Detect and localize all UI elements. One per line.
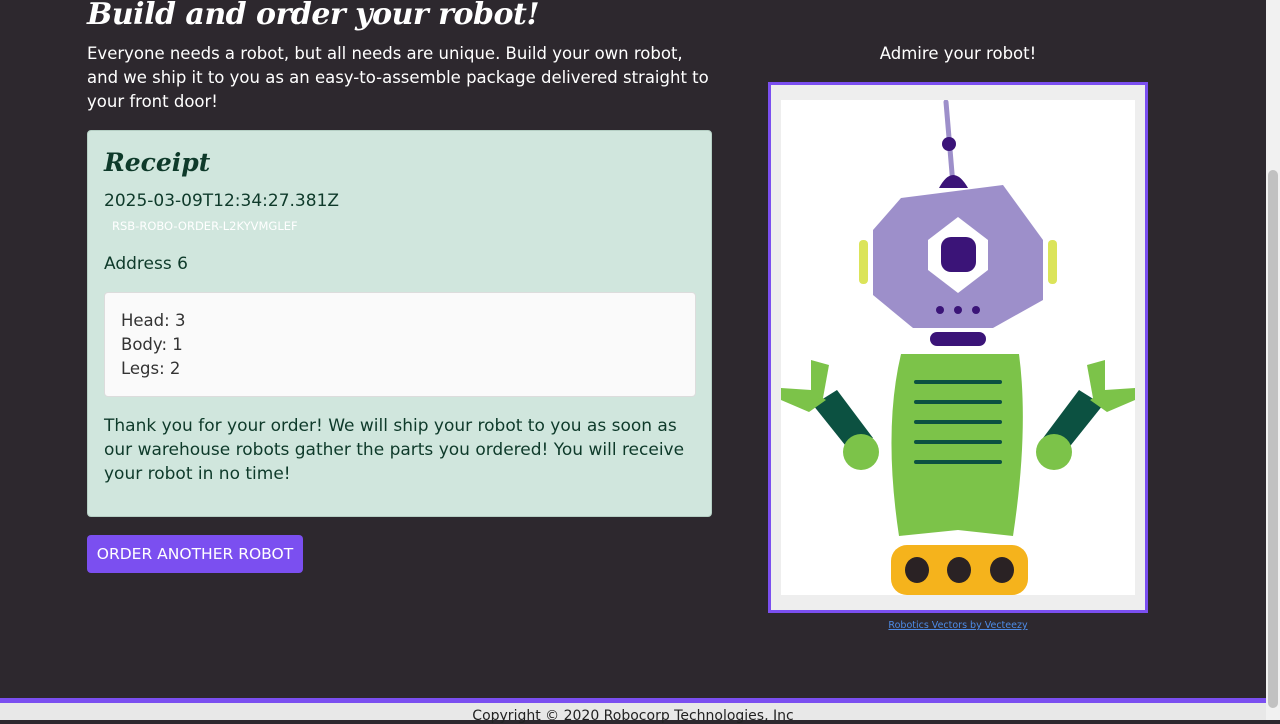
part-head: Head: 3 [121,311,186,330]
order-id-badge: RSB-ROBO-ORDER-L2KYVMGLEF [112,219,298,233]
order-another-button[interactable]: ORDER ANOTHER ROBOT [87,535,303,573]
part-body: Body: 1 [121,335,183,354]
footer-copyright: Copyright © 2020 Robocorp Technologies, … [472,708,794,724]
preview-heading: Admire your robot! [879,44,1037,63]
footer: Copyright © 2020 Robocorp Technologies, … [0,698,1266,724]
vecteezy-credit-link[interactable]: Robotics Vectors by Vecteezy [768,620,1148,631]
scrollbar-thumb[interactable] [1268,170,1278,708]
receipt-heading: Receipt [104,148,211,177]
part-legs: Legs: 2 [121,359,181,378]
parts-list: Head: 3 Body: 1 Legs: 2 [104,292,696,397]
robot-preview-image [781,99,1135,595]
page-title: Build and order your robot! [87,0,540,32]
robot-illustration [781,99,1135,595]
thank-you-message: Thank you for your order! We will ship y… [104,416,685,484]
receipt-address: Address 6 [104,254,188,274]
receipt-timestamp: 2025-03-09T12:34:27.381Z [104,191,340,211]
intro-text: Everyone needs a robot, but all needs ar… [87,44,709,111]
robot-preview-frame [768,82,1148,613]
receipt-panel: Receipt 2025-03-09T12:34:27.381Z RSB-ROB… [87,130,712,517]
